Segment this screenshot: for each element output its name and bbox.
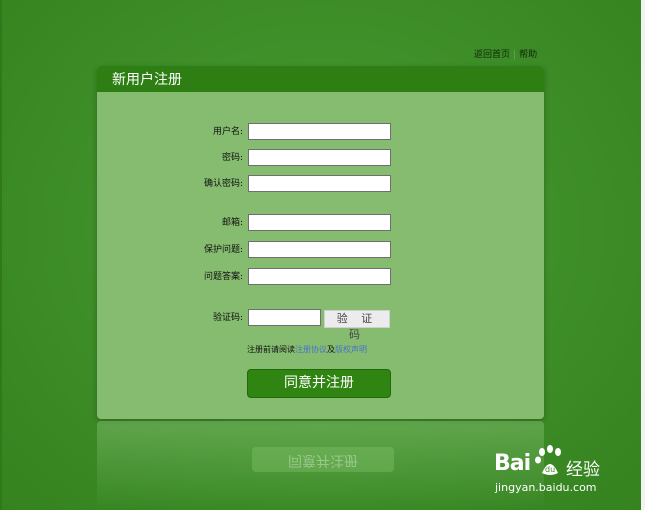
agree-register-button[interactable]: 同意并注册 bbox=[247, 369, 391, 398]
baidu-watermark: Bai du 经验 jingyan.baidu.com bbox=[494, 445, 624, 500]
svg-text:du: du bbox=[545, 465, 555, 474]
agreement-prefix: 注册前请阅读 bbox=[247, 345, 295, 354]
confirm-password-label: 确认密码: bbox=[203, 179, 243, 189]
right-edge bbox=[641, 0, 645, 510]
watermark-suffix: 经验 bbox=[566, 460, 600, 480]
paw-icon: du bbox=[535, 445, 561, 475]
email-input[interactable] bbox=[248, 214, 391, 231]
password-label: 密码: bbox=[221, 153, 243, 163]
agreement-text: 注册前请阅读注册协议及版权声明 bbox=[247, 344, 367, 355]
panel-reflection: 同意并注册 bbox=[97, 421, 544, 510]
security-question-input[interactable] bbox=[248, 241, 391, 258]
watermark-url: jingyan.baidu.com bbox=[495, 481, 597, 494]
agreement-middle: 及 bbox=[327, 345, 335, 354]
home-link[interactable]: 返回首页 bbox=[474, 50, 510, 60]
link-separator: | bbox=[513, 50, 517, 60]
captcha-image-button[interactable]: 验 证 码 bbox=[324, 310, 390, 341]
captcha-input[interactable] bbox=[248, 309, 321, 326]
confirm-password-input[interactable] bbox=[248, 175, 391, 192]
top-links: 返回首页 | 帮助 bbox=[474, 47, 537, 60]
password-row: 密码: bbox=[97, 149, 544, 167]
captcha-row: 验证码: 验 证 码 bbox=[97, 309, 544, 341]
security-answer-input[interactable] bbox=[248, 268, 391, 285]
username-row: 用户名: bbox=[97, 123, 544, 141]
security-question-label: 保护问题: bbox=[203, 245, 243, 255]
confirm-password-row: 确认密码: bbox=[97, 175, 544, 193]
email-row: 邮箱: bbox=[97, 214, 544, 232]
security-question-row: 保护问题: bbox=[97, 241, 544, 259]
reflected-button: 同意并注册 bbox=[252, 447, 394, 472]
password-input[interactable] bbox=[248, 149, 391, 166]
captcha-label: 验证码: bbox=[212, 313, 243, 323]
panel-title: 新用户注册 bbox=[97, 66, 544, 92]
terms-link[interactable]: 注册协议 bbox=[295, 345, 327, 354]
left-edge bbox=[0, 0, 2, 510]
privacy-link[interactable]: 版权声明 bbox=[335, 345, 367, 354]
help-link[interactable]: 帮助 bbox=[519, 50, 537, 60]
username-label: 用户名: bbox=[212, 127, 243, 137]
email-label: 邮箱: bbox=[221, 218, 243, 228]
watermark-brand: Bai bbox=[494, 451, 531, 476]
security-answer-label: 问题答案: bbox=[203, 272, 243, 282]
registration-panel: 新用户注册 用户名: 密码: 确认密码: 邮箱: 保护问题: 问题答案: 验证码… bbox=[97, 66, 544, 419]
username-input[interactable] bbox=[248, 123, 391, 140]
security-answer-row: 问题答案: bbox=[97, 268, 544, 286]
